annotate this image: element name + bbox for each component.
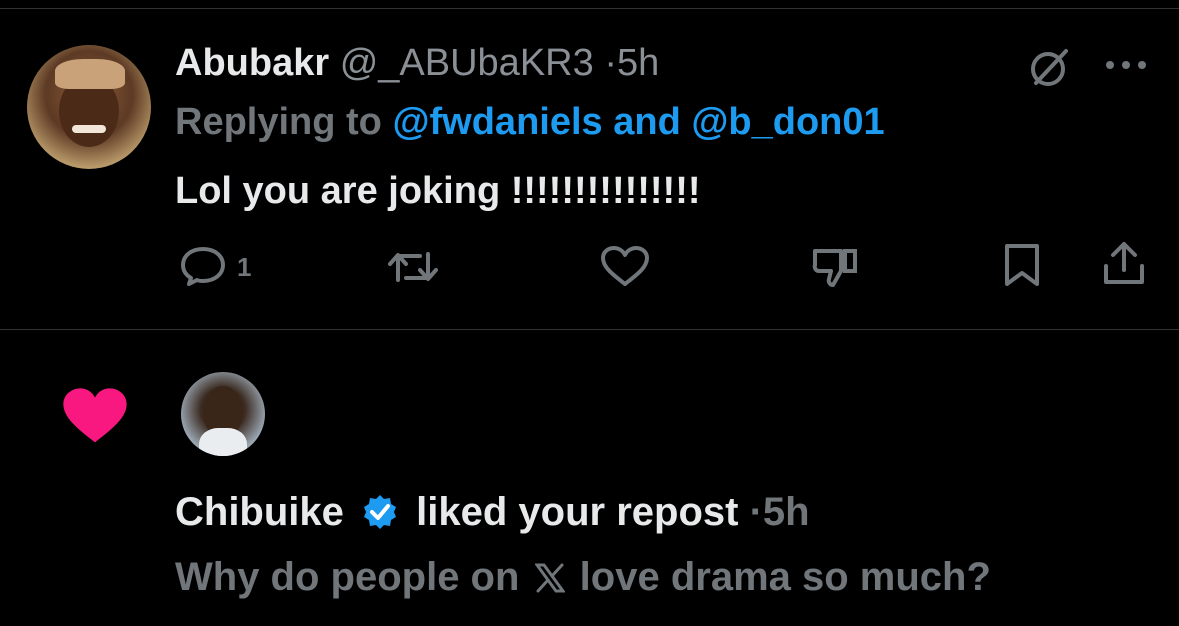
separator-dot: · <box>604 42 617 84</box>
post-text-after: love drama so much? <box>579 555 991 599</box>
like-icon[interactable] <box>600 245 650 287</box>
dislike-icon[interactable] <box>811 245 859 289</box>
liker-name[interactable]: Chibuike <box>175 490 344 534</box>
liker-avatar[interactable] <box>181 372 265 456</box>
liked-post-text[interactable]: Why do people on love drama so much? <box>175 555 991 600</box>
author-avatar[interactable] <box>27 45 151 169</box>
post-text-before: Why do people on <box>175 555 520 599</box>
notification-time: 5h <box>762 490 810 534</box>
tweet-time[interactable]: 5h <box>617 42 659 84</box>
author-handle[interactable]: @_ABUbaKR3 <box>340 42 594 84</box>
x-logo-icon <box>533 558 566 593</box>
replying-and: and <box>613 101 681 143</box>
bookmark-icon[interactable] <box>1003 242 1041 288</box>
notification-text: Chibuike liked your repost ·5h <box>175 490 810 535</box>
replying-user-2[interactable]: @b_don01 <box>691 101 884 143</box>
tweet-text: Lol you are joking !!!!!!!!!!!!!!! <box>175 170 701 212</box>
notification-action: liked your repost <box>416 490 739 534</box>
more-icon[interactable] <box>1103 58 1149 72</box>
reply-count: 1 <box>237 252 252 282</box>
separator-dot: · <box>749 490 763 534</box>
top-divider <box>0 8 1179 9</box>
replying-prefix: Replying to <box>175 101 382 143</box>
author-name[interactable]: Abubakr <box>175 42 329 84</box>
grok-icon[interactable] <box>1028 45 1072 89</box>
replying-user-1[interactable]: @fwdaniels <box>392 101 602 143</box>
verified-badge-icon <box>361 493 399 531</box>
reply-icon[interactable] <box>180 246 226 286</box>
tweet-header: Abubakr @_ABUbaKR3 ·5h <box>175 42 659 85</box>
replying-to: Replying to @fwdaniels and @b_don01 <box>175 101 885 144</box>
heart-icon <box>62 387 128 445</box>
repost-icon[interactable] <box>388 248 438 286</box>
section-divider <box>0 329 1179 330</box>
share-icon[interactable] <box>1102 240 1146 286</box>
